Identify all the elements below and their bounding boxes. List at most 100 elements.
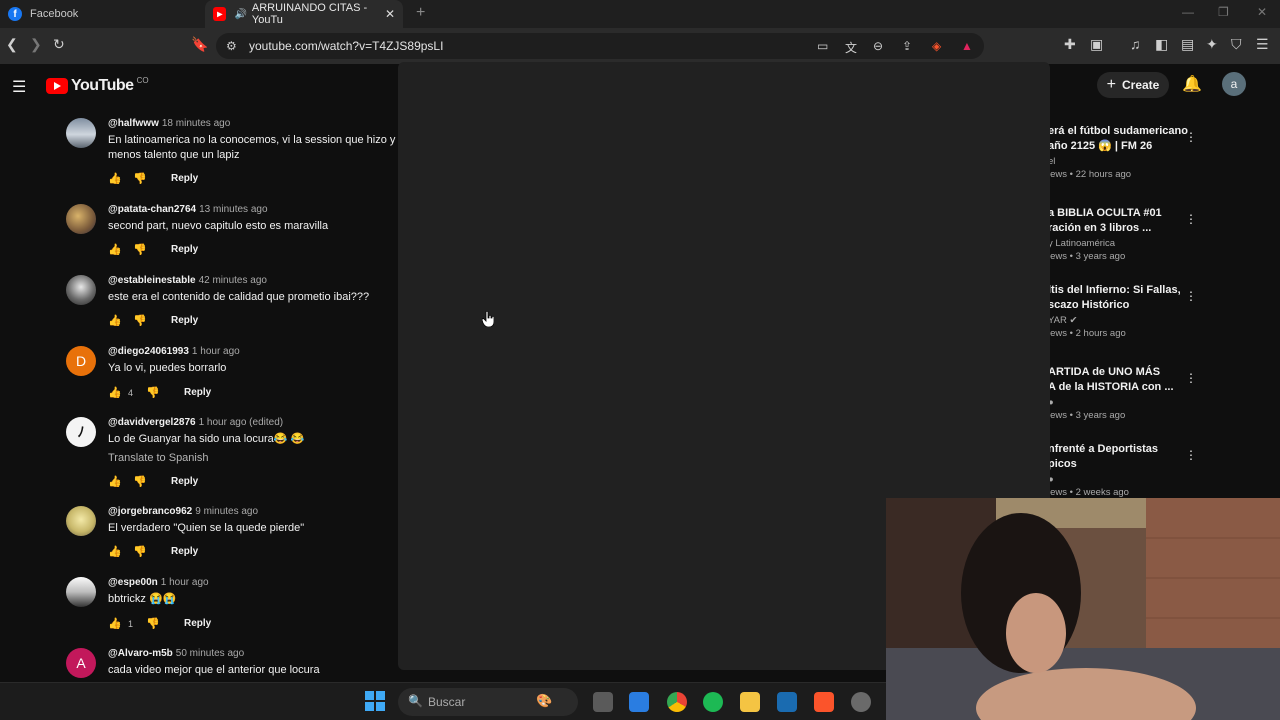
dislike-icon[interactable]: 👎 <box>133 314 147 327</box>
maximize-icon[interactable]: ❐ <box>1218 5 1229 19</box>
sidebar-icon[interactable]: ◧ <box>1155 36 1168 53</box>
menu-icon[interactable]: ☰ <box>1256 36 1269 53</box>
rec-channel[interactable]: ● <box>1048 397 1280 408</box>
chrome-icon[interactable] <box>667 692 687 712</box>
site-info-icon[interactable]: ⚙ <box>226 39 237 53</box>
like-icon[interactable]: 👍 <box>108 545 122 558</box>
tab-facebook[interactable]: f Facebook <box>0 0 205 28</box>
like-icon[interactable]: 👍 <box>108 314 122 327</box>
reply-button[interactable]: Reply <box>184 618 211 629</box>
vpn-icon[interactable]: ⛉ <box>1231 36 1242 53</box>
reload-icon[interactable]: ↻ <box>53 36 65 53</box>
windows-start-icon[interactable] <box>365 691 385 711</box>
minimize-icon[interactable]: — <box>1182 5 1194 19</box>
brave-icon[interactable] <box>814 692 834 712</box>
comment-time[interactable]: 1 hour ago (edited) <box>199 417 284 428</box>
address-bar[interactable]: ⚙ youtube.com/watch?v=T4ZJS89psLI ▭ 文 ⊖ … <box>216 33 984 59</box>
like-icon[interactable]: 👍 <box>108 386 122 399</box>
account-avatar[interactable]: a <box>1222 72 1246 96</box>
close-tab-icon[interactable]: ✕ <box>385 7 395 21</box>
comment-author[interactable]: @patata-chan2764 <box>108 204 196 215</box>
more-actions-icon[interactable]: ⋮ <box>1185 289 1197 303</box>
dislike-icon[interactable]: 👎 <box>133 475 147 488</box>
commenter-avatar[interactable]: A <box>66 648 96 678</box>
reply-button[interactable]: Reply <box>184 387 211 398</box>
recommendation-item[interactable]: erá el fútbol sudamericano año 2125 😱 | F… <box>1048 124 1280 180</box>
reply-button[interactable]: Reply <box>171 476 198 487</box>
file-explorer-icon[interactable] <box>740 692 760 712</box>
comment-time[interactable]: 1 hour ago <box>161 577 209 588</box>
new-tab-button[interactable]: + <box>416 4 425 22</box>
comment-author[interactable]: @davidvergel2876 <box>108 417 196 428</box>
screenshot-icon[interactable]: ▣ <box>1090 36 1103 53</box>
dislike-icon[interactable]: 👎 <box>133 243 147 256</box>
notifications-bell-icon[interactable]: 🔔 <box>1182 74 1202 94</box>
more-actions-icon[interactable]: ⋮ <box>1185 448 1197 462</box>
more-actions-icon[interactable]: ⋮ <box>1185 130 1197 144</box>
comment-time[interactable]: 9 minutes ago <box>195 506 258 517</box>
rec-channel[interactable]: y Latinoamérica <box>1048 238 1280 249</box>
back-icon[interactable]: ❮ <box>6 36 18 53</box>
leo-ai-icon[interactable]: ✦ <box>1206 36 1218 53</box>
comment-author[interactable]: @jorgebranco962 <box>108 506 192 517</box>
comment-author[interactable]: @halfwww <box>108 118 159 129</box>
commenter-avatar[interactable] <box>66 204 96 234</box>
like-icon[interactable]: 👍 <box>108 475 122 488</box>
forward-icon[interactable]: ❯ <box>30 36 42 53</box>
more-actions-icon[interactable]: ⋮ <box>1185 371 1197 385</box>
task-view-icon[interactable] <box>593 692 613 712</box>
zoom-icon[interactable]: ⊖ <box>873 39 883 53</box>
cast-icon[interactable]: ▭ <box>817 39 828 53</box>
create-button[interactable]: + Create <box>1097 72 1169 98</box>
commenter-avatar[interactable] <box>66 118 96 148</box>
commenter-avatar[interactable]: ﾉ <box>66 417 96 447</box>
translate-link[interactable]: Translate to Spanish <box>108 452 208 464</box>
comment-time[interactable]: 1 hour ago <box>192 346 240 357</box>
commenter-avatar[interactable] <box>66 577 96 607</box>
taskbar-search[interactable]: 🔍 Buscar 🎨 <box>398 688 578 716</box>
youtube-logo[interactable]: YouTube CO <box>46 76 149 95</box>
comment-author[interactable]: @estableinestable <box>108 275 196 286</box>
comment-author[interactable]: @espe00n <box>108 577 158 588</box>
bookmark-icon[interactable]: 🔖 <box>191 36 208 53</box>
recommendation-item[interactable]: ltis del Infierno: Si Fallas, scazo Histó… <box>1048 283 1280 339</box>
comment-author[interactable]: @Alvaro-m5b <box>108 648 173 659</box>
wallet-icon[interactable]: ▤ <box>1181 36 1194 53</box>
tab-youtube[interactable]: ▸ 🔊 ARRUINANDO CITAS - YouTu ✕ <box>205 0 403 28</box>
like-icon[interactable]: 👍 <box>108 243 122 256</box>
commenter-avatar[interactable]: D <box>66 346 96 376</box>
recommendation-item[interactable]: nfrenté a Deportistas picos ● iews • 2 we… <box>1048 442 1280 498</box>
share-icon[interactable]: ⇪ <box>902 39 912 53</box>
like-icon[interactable]: 👍 <box>108 617 122 630</box>
comment-author[interactable]: @diego24061993 <box>108 346 189 357</box>
reply-button[interactable]: Reply <box>171 173 198 184</box>
store-icon[interactable] <box>629 692 649 712</box>
dislike-icon[interactable]: 👎 <box>133 545 147 558</box>
spotify-icon[interactable] <box>703 692 723 712</box>
extensions-icon[interactable]: ✚ <box>1064 36 1076 53</box>
like-icon[interactable]: 👍 <box>108 172 122 185</box>
commenter-avatar[interactable] <box>66 275 96 305</box>
commenter-avatar[interactable] <box>66 506 96 536</box>
reply-button[interactable]: Reply <box>171 244 198 255</box>
settings-icon[interactable] <box>851 692 871 712</box>
dislike-icon[interactable]: 👎 <box>146 386 160 399</box>
more-actions-icon[interactable]: ⋮ <box>1185 212 1197 226</box>
comment-time[interactable]: 18 minutes ago <box>162 118 230 129</box>
recommendation-item[interactable]: ARTIDA de UNO MÁS A de la HISTORIA con ..… <box>1048 365 1280 421</box>
app-icon[interactable] <box>777 692 797 712</box>
dislike-icon[interactable]: 👎 <box>133 172 147 185</box>
rec-channel[interactable]: YAR ✔ <box>1048 315 1280 326</box>
rec-channel[interactable]: ● <box>1048 474 1280 485</box>
comment-time[interactable]: 50 minutes ago <box>176 648 244 659</box>
brave-shields-icon[interactable]: ◈ <box>932 39 941 53</box>
close-window-icon[interactable]: ✕ <box>1257 5 1267 19</box>
reply-button[interactable]: Reply <box>171 315 198 326</box>
comment-time[interactable]: 13 minutes ago <box>199 204 267 215</box>
reply-button[interactable]: Reply <box>171 546 198 557</box>
recommendation-item[interactable]: a BIBLIA OCULTA #01 ración en 3 libros ..… <box>1048 206 1280 262</box>
translate-icon[interactable]: 文 <box>845 39 857 56</box>
brave-rewards-icon[interactable]: ▲ <box>961 39 973 53</box>
dislike-icon[interactable]: 👎 <box>146 617 160 630</box>
media-icon[interactable]: ♫ <box>1130 36 1141 52</box>
